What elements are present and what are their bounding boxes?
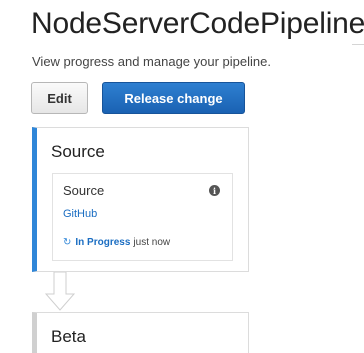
release-change-button[interactable]: Release change (102, 82, 245, 114)
edit-button[interactable]: Edit (31, 82, 88, 114)
stage-title: Source (51, 142, 105, 161)
action-name: Source (63, 183, 105, 198)
stage-source: Source Source i GitHub ↻ In Progress jus… (32, 127, 249, 272)
stage-beta: Beta (32, 312, 249, 353)
info-icon[interactable]: i (209, 185, 220, 196)
status-time: just now (133, 237, 171, 248)
refresh-icon: ↻ (63, 237, 72, 248)
stage-title: Beta (51, 327, 86, 346)
header-divider (352, 44, 364, 45)
transition-arrow-icon (45, 272, 75, 311)
action-card: Source i GitHub ↻ In Progress just now (52, 173, 233, 261)
page-title: NodeServerCodePipeline (31, 7, 364, 40)
provider-link[interactable]: GitHub (63, 208, 97, 220)
page-subtitle: View progress and manage your pipeline. (32, 54, 271, 69)
status-link[interactable]: In Progress (75, 237, 130, 248)
pipeline-page: NodeServerCodePipeline View progress and… (0, 0, 364, 353)
action-status: ↻ In Progress just now (63, 237, 170, 248)
